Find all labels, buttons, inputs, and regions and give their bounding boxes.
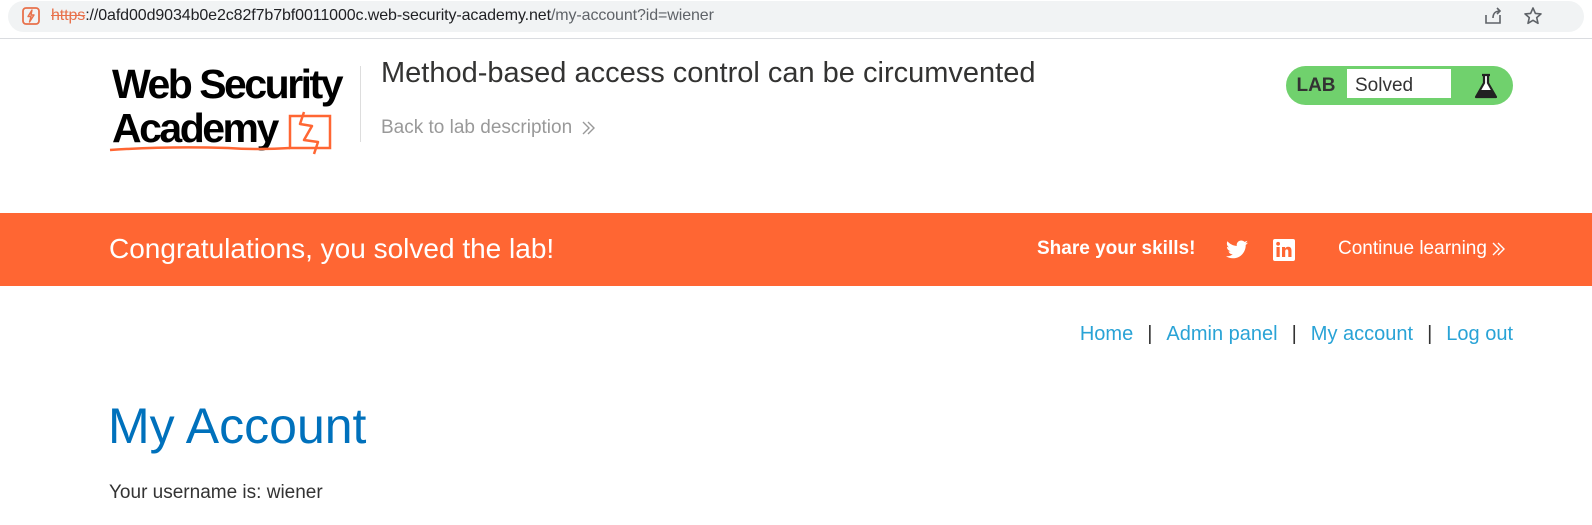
url-text[interactable]: https://0afd00d9034b0e2c82f7b7bf0011000c… (51, 7, 714, 25)
status-badge: Solved (1346, 68, 1452, 99)
share-skills-label: Share your skills! (1037, 238, 1196, 259)
nav-separator: | (1147, 323, 1153, 345)
logo-line1: Web Security (112, 61, 344, 107)
linkedin-icon[interactable] (1272, 238, 1296, 262)
browser-address-bar: https://0afd00d9034b0e2c82f7b7bf0011000c… (0, 0, 1592, 39)
flask-icon (1474, 73, 1498, 99)
page-title: My Account (108, 398, 367, 454)
back-link-label: Back to lab description (381, 117, 573, 138)
chevron-double-right-icon (1492, 242, 1505, 256)
continue-learning-label: Continue learning (1338, 238, 1487, 259)
logo-divider (360, 66, 361, 142)
nav-separator: | (1427, 323, 1433, 345)
chevron-double-right-icon (582, 121, 596, 135)
username-line: Your username is: wiener (109, 482, 323, 504)
username-value: wiener (266, 482, 323, 503)
congratulations-text: Congratulations, you solved the lab! (109, 233, 555, 264)
url-path: /my-account?id=wiener (550, 7, 714, 24)
top-nav: Home | Admin panel | My account | Log ou… (1080, 323, 1513, 346)
continue-learning-link[interactable]: Continue learning (1338, 238, 1506, 260)
logo-line2: Academy (112, 105, 280, 151)
nav-admin-panel-link[interactable]: Admin panel (1166, 323, 1277, 346)
nav-separator: | (1291, 323, 1297, 345)
lab-title: Method-based access control can be circu… (381, 57, 1036, 89)
nav-home-link[interactable]: Home (1080, 323, 1133, 346)
star-icon[interactable] (1523, 6, 1543, 26)
status-lab-label: LAB (1296, 75, 1336, 96)
share-icon[interactable] (1483, 6, 1503, 26)
nav-my-account-link[interactable]: My account (1311, 323, 1413, 346)
username-prefix: Your username is: (109, 482, 267, 503)
nav-log-out-link[interactable]: Log out (1446, 323, 1513, 346)
academy-logo-icon[interactable]: Web Security Academy (108, 60, 358, 156)
url-scheme: https (51, 7, 86, 24)
twitter-icon[interactable] (1224, 238, 1250, 262)
back-to-lab-link[interactable]: Back to lab description (381, 117, 596, 139)
congratulations-banner: Congratulations, you solved the lab! Sha… (0, 213, 1592, 286)
site-security-icon[interactable] (21, 6, 41, 26)
url-host: ://0afd00d9034b0e2c82f7b7bf0011000c.web-… (85, 7, 551, 24)
